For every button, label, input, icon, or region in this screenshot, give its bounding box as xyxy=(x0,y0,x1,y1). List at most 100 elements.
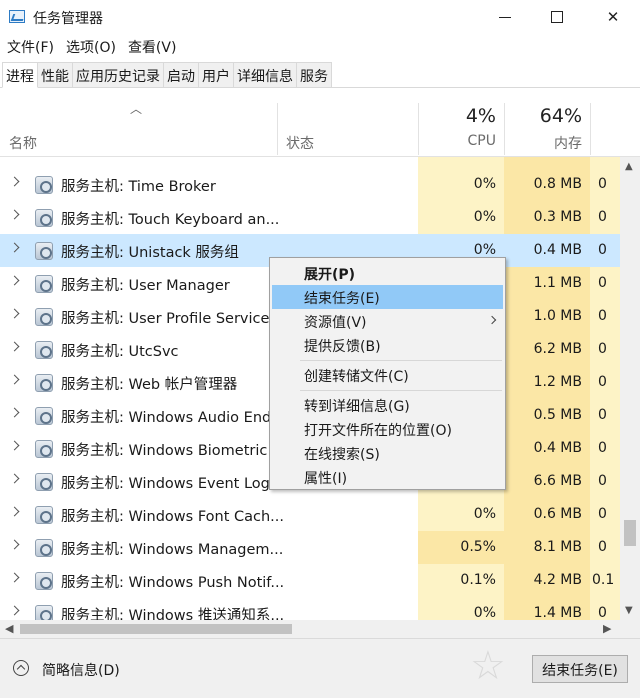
cpu-cell: 0% xyxy=(418,597,504,620)
minimize-icon xyxy=(499,16,511,18)
column-name[interactable]: 名称 xyxy=(9,133,37,153)
cpu-cell: 0% xyxy=(418,168,504,201)
expand-chevron-icon[interactable] xyxy=(9,572,20,583)
menu-search-online[interactable]: 在线搜索(S) xyxy=(272,441,503,465)
extra-value: 0 xyxy=(598,275,607,291)
service-gear-icon xyxy=(35,275,53,293)
process-name: 服务主机: Windows Biometric ... xyxy=(61,443,286,459)
scroll-left-icon[interactable]: ◀ xyxy=(5,622,13,635)
tab-services[interactable]: 服务 xyxy=(296,62,332,87)
extra-cell: 0 xyxy=(590,300,620,333)
column-divider[interactable] xyxy=(590,103,591,155)
end-task-button[interactable]: 结束任务(E) xyxy=(532,655,628,683)
horizontal-scrollbar[interactable]: ◀ ▶ xyxy=(0,620,640,638)
menu-resource-values[interactable]: 资源值(V) xyxy=(272,309,503,333)
expand-chevron-icon[interactable] xyxy=(9,242,20,253)
table-row[interactable]: 服务主机: Windows Font Cach... 0% 0.6 MB 0 xyxy=(0,498,620,531)
table-row-partial[interactable] xyxy=(0,157,620,168)
process-name: 服务主机: User Profile Service xyxy=(61,311,270,327)
expand-chevron-icon[interactable] xyxy=(9,209,20,220)
column-divider[interactable] xyxy=(277,103,278,155)
process-name: 服务主机: Windows Event Log xyxy=(61,476,270,492)
menu-create-dump[interactable]: 创建转储文件(C) xyxy=(272,363,503,387)
expand-chevron-icon[interactable] xyxy=(9,275,20,286)
table-row[interactable]: 服务主机: Windows Managem... 0.5% 8.1 MB 0 xyxy=(0,531,620,564)
extra-cell: 0 xyxy=(590,366,620,399)
table-row[interactable]: 服务主机: Time Broker 0% 0.8 MB 0 xyxy=(0,168,620,201)
cpu-cell: 0.1% xyxy=(418,564,504,597)
table-row[interactable]: 服务主机: Windows Push Notif... 0.1% 4.2 MB … xyxy=(0,564,620,597)
table-row[interactable]: 服务主机: Touch Keyboard an... 0% 0.3 MB 0 xyxy=(0,201,620,234)
tab-processes[interactable]: 进程 xyxy=(2,62,38,88)
cpu-value: 0% xyxy=(473,176,496,192)
sort-up-icon[interactable]: ︿ xyxy=(130,100,142,117)
scroll-up-icon[interactable]: ▲ xyxy=(625,161,633,172)
process-name: 服务主机: UtcSvc xyxy=(61,344,179,360)
scroll-down-icon[interactable]: ▼ xyxy=(625,605,633,616)
expand-chevron-icon[interactable] xyxy=(9,539,20,550)
close-button[interactable]: ✕ xyxy=(586,0,640,34)
memory-value: 1.4 MB xyxy=(533,605,582,620)
column-memory[interactable]: 内存 xyxy=(510,133,582,153)
expand-chevron-icon[interactable] xyxy=(9,407,20,418)
expand-chevron-icon[interactable] xyxy=(9,308,20,319)
tab-details[interactable]: 详细信息 xyxy=(233,62,297,87)
cpu-cell: 0% xyxy=(418,498,504,531)
cpu-total-percent[interactable]: 4% xyxy=(420,105,496,127)
memory-total-percent[interactable]: 64% xyxy=(510,105,582,127)
service-gear-icon xyxy=(35,539,53,557)
memory-cell: 0.6 MB xyxy=(504,498,590,531)
expand-chevron-icon[interactable] xyxy=(9,506,20,517)
memory-value: 6.2 MB xyxy=(533,341,582,357)
extra-cell xyxy=(590,157,620,168)
horizontal-scroll-thumb[interactable] xyxy=(20,624,292,634)
menu-go-to-details[interactable]: 转到详细信息(G) xyxy=(272,393,503,417)
menu-expand[interactable]: 展开(P) xyxy=(272,261,503,285)
minimize-button[interactable] xyxy=(478,0,532,34)
menu-separator xyxy=(300,390,502,391)
expand-chevron-icon[interactable] xyxy=(9,176,20,187)
menu-open-file-location[interactable]: 打开文件所在的位置(O) xyxy=(272,417,503,441)
menu-view[interactable]: 查看(V) xyxy=(121,35,182,59)
column-divider[interactable] xyxy=(504,103,505,155)
tab-app-history[interactable]: 应用历史记录 xyxy=(72,62,164,87)
vertical-scroll-thumb[interactable] xyxy=(624,520,636,546)
column-divider[interactable] xyxy=(418,103,419,155)
scroll-right-icon[interactable]: ▶ xyxy=(603,622,611,635)
process-name: 服务主机: User Manager xyxy=(61,278,230,294)
extra-cell: 0 xyxy=(590,168,620,201)
menu-end-task[interactable]: 结束任务(E) xyxy=(272,285,503,309)
process-name: 服务主机: Windows Managem... xyxy=(61,542,284,558)
column-cpu[interactable]: CPU xyxy=(420,133,496,149)
expand-chevron-icon[interactable] xyxy=(9,341,20,352)
memory-cell: 6.6 MB xyxy=(504,465,590,498)
extra-cell: 0 xyxy=(590,597,620,620)
service-gear-icon xyxy=(35,209,53,227)
column-status[interactable]: 状态 xyxy=(286,133,314,153)
expand-chevron-icon[interactable] xyxy=(9,440,20,451)
vertical-scrollbar[interactable]: ▲ ▼ xyxy=(620,157,640,620)
menu-feedback[interactable]: 提供反馈(B) xyxy=(272,333,503,357)
service-gear-icon xyxy=(35,176,53,194)
expand-chevron-icon[interactable] xyxy=(9,374,20,385)
extra-value: 0 xyxy=(598,341,607,357)
extra-cell: 0 xyxy=(590,234,620,267)
table-row[interactable]: 服务主机: Windows 推送通知系... 0% 1.4 MB 0 xyxy=(0,597,620,620)
memory-cell xyxy=(504,157,590,168)
expand-chevron-icon[interactable] xyxy=(9,473,20,484)
fewer-details-link[interactable]: 简略信息(D) xyxy=(42,660,120,680)
memory-cell: 8.1 MB xyxy=(504,531,590,564)
tab-performance[interactable]: 性能 xyxy=(37,62,73,87)
memory-cell: 1.4 MB xyxy=(504,597,590,620)
maximize-button[interactable] xyxy=(530,0,584,34)
menu-options[interactable]: 选项(O) xyxy=(59,35,121,59)
memory-value: 1.0 MB xyxy=(533,308,582,324)
process-name: 服务主机: Time Broker xyxy=(61,179,216,195)
menu-file[interactable]: 文件(F) xyxy=(0,35,59,59)
collapse-up-icon[interactable] xyxy=(13,660,29,676)
menu-properties[interactable]: 属性(I) xyxy=(272,465,503,489)
memory-value: 4.2 MB xyxy=(533,572,582,588)
expand-chevron-icon[interactable] xyxy=(9,605,20,616)
tab-startup[interactable]: 启动 xyxy=(163,62,199,87)
tab-users[interactable]: 用户 xyxy=(198,62,234,87)
